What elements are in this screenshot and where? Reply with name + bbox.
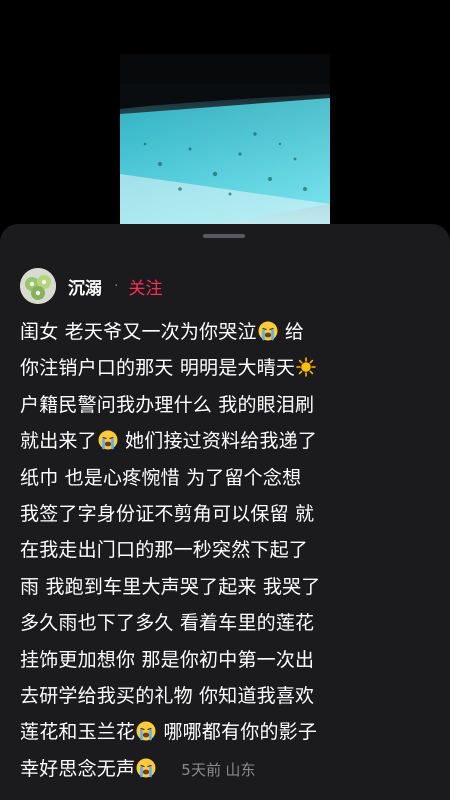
post-text-line: 你注销户口的那天 明明是大晴天 <box>20 350 430 386</box>
rainy-windshield-image <box>120 54 330 226</box>
post-text-segment: 我签了字身份证不剪角可以保留 就 <box>20 502 315 525</box>
post-text-segment: 莲花和玉兰花 <box>20 721 136 744</box>
post-meta: 5天前 山东 <box>181 761 256 779</box>
post-time: 5天前 <box>181 760 222 779</box>
post-text-line: 闺女 老天爷又一次为你哭泣 给 <box>20 314 430 350</box>
post-text: 闺女 老天爷又一次为你哭泣 给你注销户口的那天 明明是大晴天 户籍民警问我办理什么… <box>20 314 430 787</box>
comment-sheet: 沉溺 · 关注 闺女 老天爷又一次为你哭泣 给你注销户口的那天 明明是大晴天 户籍… <box>0 224 450 800</box>
post-text-segment: 幸好思念无声 <box>20 757 136 780</box>
post-text-segment: 去研学给我买的礼物 你知道我喜欢 <box>20 684 315 707</box>
post-text-segment: 闺女 老天爷又一次为你哭泣 <box>20 321 257 343</box>
crying-icon <box>98 426 118 450</box>
avatar-image <box>20 268 56 304</box>
post-text-line: 挂饰更加想你 那是你初中第一次出 <box>20 642 430 678</box>
crying-icon <box>136 754 156 778</box>
author-row: 沉溺 · 关注 <box>20 266 162 306</box>
post-text-segment: 在我走出门口的那一秒突然下起了 <box>20 539 309 562</box>
separator-dot: · <box>114 278 119 294</box>
post-text-line: 去研学给我买的礼物 你知道我喜欢 <box>20 678 430 714</box>
follow-button[interactable]: 关注 <box>128 274 162 299</box>
post-text-line: 纸巾 也是心疼惋惜 为了留个念想 <box>20 460 430 496</box>
post-text-segment: 多久雨也下了多久 看着车里的莲花 <box>20 612 315 635</box>
crying-icon <box>136 717 156 741</box>
post-image[interactable] <box>120 54 330 226</box>
post-text-line: 幸好思念无声 5天前 山东 <box>20 751 430 787</box>
post-text-line: 雨 我跑到车里大声哭了起来 我哭了 <box>20 569 430 605</box>
avatar[interactable] <box>20 268 56 304</box>
post-text-segment: 就出来了 <box>20 430 97 453</box>
post-location: 山东 <box>225 760 256 779</box>
post-text-segment: 她们接过资料给我递了 <box>118 430 318 453</box>
post-text-segment: 户籍民警问我办理什么 我的眼泪刷 <box>20 393 315 416</box>
post-text-segment: 挂饰更加想你 那是你初中第一次出 <box>20 648 315 671</box>
post-text-line: 在我走出门口的那一秒突然下起了 <box>20 532 430 568</box>
post-text-line: 多久雨也下了多久 看着车里的莲花 <box>20 605 430 641</box>
sun-icon <box>296 353 316 378</box>
post-text-line: 莲花和玉兰花 哪哪都有你的影子 <box>20 714 430 750</box>
post-text-line: 我签了字身份证不剪角可以保留 就 <box>20 496 430 532</box>
post-text-segment: 哪哪都有你的影子 <box>157 721 318 744</box>
post-text-segment: 你注销户口的那天 明明是大晴天 <box>20 357 296 380</box>
post-text-segment: 雨 我跑到车里大声哭了起来 我哭了 <box>20 575 321 598</box>
drag-handle[interactable] <box>203 234 245 238</box>
author-name[interactable]: 沉溺 <box>68 274 102 299</box>
crying-icon <box>258 317 278 341</box>
post-text-line: 户籍民警问我办理什么 我的眼泪刷 <box>20 387 430 423</box>
post-text-segment: 给 <box>278 321 305 343</box>
post-text-segment: 纸巾 也是心疼惋惜 为了留个念想 <box>20 466 302 489</box>
post-text-line: 就出来了 她们接过资料给我递了 <box>20 423 430 459</box>
